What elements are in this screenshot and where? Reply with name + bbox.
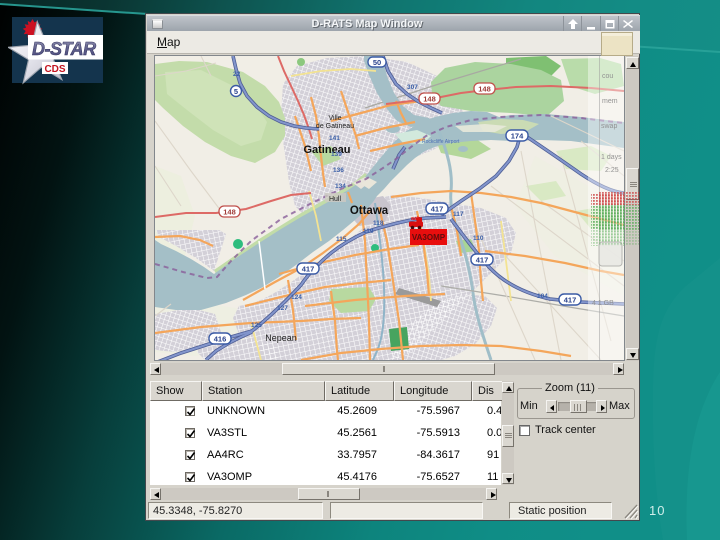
svg-text:D-STAR: D-STAR — [32, 39, 96, 59]
svg-text:416: 416 — [214, 335, 227, 344]
svg-text:Gatineau: Gatineau — [303, 144, 350, 156]
svg-text:417: 417 — [564, 296, 577, 305]
svg-text:115: 115 — [336, 236, 347, 243]
svg-text:de Gatineau: de Gatineau — [316, 123, 354, 130]
svg-text:Ottawa: Ottawa — [350, 205, 389, 217]
svg-text:swap: swap — [601, 123, 617, 130]
svg-text:VA3OMP: VA3OMP — [412, 233, 446, 242]
svg-text:136: 136 — [333, 167, 344, 174]
svg-text:148: 148 — [223, 208, 236, 217]
svg-text:118: 118 — [373, 220, 384, 227]
svg-text:417: 417 — [476, 256, 489, 265]
svg-text:417: 417 — [302, 265, 315, 274]
svg-text:50: 50 — [373, 58, 381, 67]
svg-text:134: 134 — [335, 183, 346, 190]
svg-text:125: 125 — [251, 322, 262, 329]
svg-text:124: 124 — [291, 294, 302, 301]
svg-text:Rockcliffe Airport: Rockcliffe Airport — [422, 139, 460, 145]
svg-text:CDS: CDS — [44, 64, 65, 75]
svg-text:Nepean: Nepean — [265, 333, 297, 343]
svg-text:22: 22 — [233, 71, 241, 78]
svg-text:174: 174 — [511, 132, 524, 141]
svg-text:104: 104 — [537, 293, 548, 300]
svg-text:110: 110 — [473, 235, 484, 242]
svg-text:Ville: Ville — [328, 115, 341, 122]
svg-text:148: 148 — [478, 85, 491, 94]
svg-text:127: 127 — [277, 305, 288, 312]
svg-text:5: 5 — [234, 87, 238, 96]
svg-text:4 1 GB: 4 1 GB — [592, 300, 614, 307]
svg-text:139: 139 — [331, 151, 342, 158]
svg-text:117: 117 — [453, 211, 464, 218]
svg-text:417: 417 — [431, 205, 444, 214]
svg-text:307: 307 — [407, 84, 418, 91]
svg-text:2:25: 2:25 — [605, 167, 619, 174]
svg-text:cou: cou — [602, 73, 613, 80]
svg-text:148: 148 — [423, 95, 436, 104]
svg-text:Hull: Hull — [329, 196, 342, 203]
svg-text:141: 141 — [329, 135, 340, 142]
svg-text:1 days: 1 days — [601, 154, 622, 161]
svg-text:mem: mem — [602, 98, 618, 105]
svg-text:119: 119 — [363, 228, 374, 235]
